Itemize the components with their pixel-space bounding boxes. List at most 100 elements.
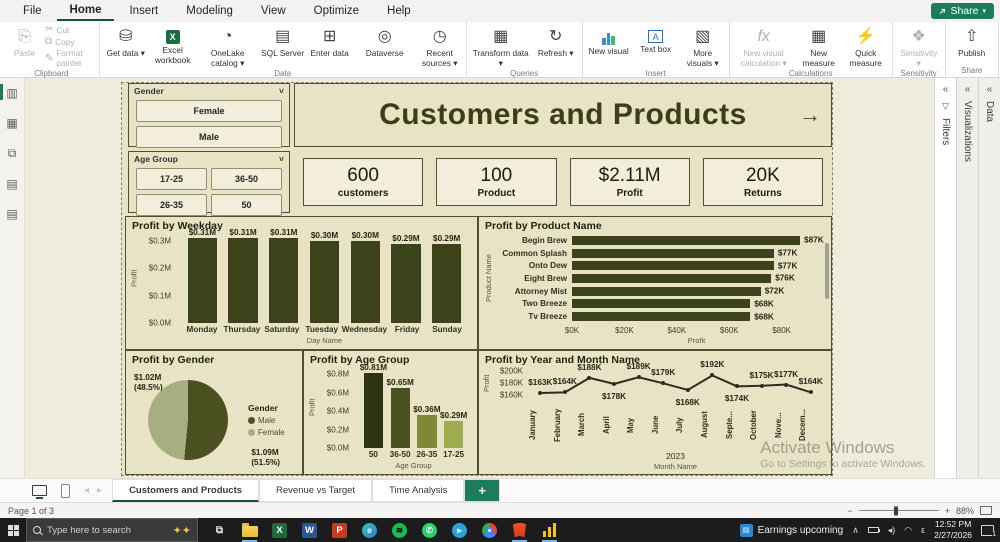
age-group-slicer[interactable]: Age Group ˅ 17-25 36-50 26-35 50 bbox=[128, 151, 290, 216]
chevron-down-icon[interactable]: ˅ bbox=[279, 86, 284, 96]
zoom-slider[interactable] bbox=[858, 506, 939, 515]
filters-pane-collapsed[interactable]: « ▽ Filters bbox=[934, 78, 956, 478]
enter-data-button[interactable]: ⊞ Enter data bbox=[307, 24, 353, 68]
data-point[interactable] bbox=[734, 384, 739, 389]
menu-insert[interactable]: Insert bbox=[116, 2, 171, 20]
start-button[interactable] bbox=[0, 524, 26, 536]
bar[interactable] bbox=[572, 312, 751, 322]
spotify-taskbar-button[interactable]: ≋ bbox=[391, 522, 408, 539]
slicer-option-26-35[interactable]: 26-35 bbox=[136, 194, 207, 216]
data-point[interactable] bbox=[661, 381, 666, 386]
chart-profit-by-gender[interactable]: Profit by Gender $1.02M (48.5%) $1.09M (… bbox=[125, 350, 303, 475]
data-point[interactable] bbox=[636, 375, 641, 380]
tab-customers-and-products[interactable]: Customers and Products bbox=[112, 479, 260, 502]
chrome-taskbar-button[interactable] bbox=[481, 522, 498, 539]
bar[interactable]: $0.29M bbox=[432, 234, 462, 323]
bar[interactable]: $0.30M bbox=[309, 231, 340, 323]
bar[interactable] bbox=[572, 299, 751, 309]
menu-modeling[interactable]: Modeling bbox=[173, 2, 246, 20]
report-view-button[interactable]: ▥ bbox=[0, 84, 24, 100]
kpi-product[interactable]: 100 Product bbox=[436, 158, 557, 206]
next-page-arrow-icon[interactable]: → bbox=[799, 102, 821, 128]
data-point[interactable] bbox=[612, 381, 617, 386]
data-point[interactable] bbox=[587, 375, 592, 380]
recent-sources-button[interactable]: ◷ Recent sources ▾ bbox=[417, 24, 463, 68]
tmdl-view-button[interactable]: ▤ bbox=[0, 207, 24, 221]
visualizations-pane-collapsed[interactable]: « Visualizations bbox=[956, 78, 978, 478]
transform-data-button[interactable]: ▦ Transform data ▾ bbox=[470, 24, 532, 68]
bar[interactable] bbox=[572, 248, 774, 258]
text-box-button[interactable]: A Text box bbox=[633, 24, 679, 68]
bar[interactable] bbox=[572, 286, 761, 296]
taskbar-search[interactable]: Type here to search ✦✦ bbox=[26, 518, 198, 542]
wifi-icon[interactable]: ◠ bbox=[904, 525, 912, 536]
kpi-returns[interactable]: 20K Returns bbox=[702, 158, 823, 206]
model-view-button[interactable]: ⧉ bbox=[0, 146, 24, 161]
data-pane-collapsed[interactable]: « Data bbox=[978, 78, 1000, 478]
share-button[interactable]: ➔ Share ▾ bbox=[930, 3, 994, 19]
data-point[interactable] bbox=[685, 387, 690, 392]
zoom-in-button[interactable]: + bbox=[945, 506, 950, 516]
next-page-icon[interactable]: ▸ bbox=[97, 485, 102, 496]
legend-item-male[interactable]: Male bbox=[248, 416, 298, 425]
menu-view[interactable]: View bbox=[248, 2, 299, 20]
more-visuals-button[interactable]: ▧ More visuals ▾ bbox=[680, 24, 726, 68]
gender-slicer[interactable]: Gender ˅ Female Male bbox=[128, 83, 290, 148]
bar[interactable] bbox=[572, 261, 774, 271]
notification-icon[interactable]: 1 bbox=[981, 524, 996, 538]
chart-scrollbar[interactable] bbox=[825, 243, 829, 299]
desktop-view-icon[interactable] bbox=[32, 485, 47, 499]
mobile-view-icon[interactable] bbox=[61, 483, 70, 498]
data-point[interactable] bbox=[562, 390, 567, 395]
bar[interactable]: $0.29M bbox=[391, 234, 421, 323]
data-point[interactable] bbox=[538, 390, 543, 395]
brave-taskbar-button[interactable] bbox=[511, 522, 528, 542]
bar[interactable]: $0.29M bbox=[440, 411, 467, 448]
battery-icon[interactable] bbox=[867, 527, 881, 533]
excel-taskbar-button[interactable]: X bbox=[271, 522, 288, 539]
slicer-option-17-25[interactable]: 17-25 bbox=[136, 168, 207, 190]
expand-icon[interactable]: « bbox=[987, 84, 993, 95]
fit-to-page-icon[interactable] bbox=[980, 506, 992, 515]
slicer-option-male[interactable]: Male bbox=[136, 126, 282, 148]
new-page-button[interactable]: + bbox=[464, 479, 500, 502]
quick-measure-button[interactable]: ⚡ Quick measure bbox=[843, 24, 889, 68]
data-point[interactable] bbox=[759, 383, 764, 388]
data-point[interactable] bbox=[808, 390, 813, 395]
powerpoint-taskbar-button[interactable]: P bbox=[331, 522, 348, 539]
tab-revenue-vs-target[interactable]: Revenue vs Target bbox=[259, 479, 373, 502]
new-measure-button[interactable]: ▦ New measure bbox=[796, 24, 842, 68]
menu-home[interactable]: Home bbox=[56, 1, 115, 21]
onelake-catalog-button[interactable]: ◔ OneLake catalog ▾ bbox=[197, 24, 259, 68]
menu-file[interactable]: File bbox=[10, 2, 55, 20]
chart-profit-by-product[interactable]: Profit by Product Name Product Name Begin… bbox=[478, 216, 832, 350]
taskbar-clock[interactable]: 12:52 PM 2/27/2026 bbox=[934, 519, 972, 540]
telegram-taskbar-button[interactable]: ▸ bbox=[451, 522, 468, 539]
new-visual-button[interactable]: New visual bbox=[586, 24, 632, 68]
legend-item-female[interactable]: Female bbox=[248, 428, 298, 437]
zoom-out-button[interactable]: − bbox=[847, 506, 852, 516]
chart-profit-by-age-group[interactable]: Profit by Age Group Profit $0.0M $0.2M $0.4… bbox=[303, 350, 478, 475]
table-view-button[interactable]: ▦ bbox=[0, 116, 24, 130]
bar[interactable]: $0.31M bbox=[228, 228, 258, 323]
bar[interactable]: $0.81M bbox=[360, 363, 387, 448]
task-view-button[interactable]: ⧉ bbox=[211, 522, 228, 539]
dax-query-view-button[interactable]: ▤ bbox=[0, 177, 24, 191]
prev-page-icon[interactable]: ◂ bbox=[84, 485, 89, 496]
refresh-button[interactable]: ↻ Refresh ▾ bbox=[533, 24, 579, 68]
file-explorer-button[interactable] bbox=[241, 522, 258, 542]
chart-profit-by-weekday[interactable]: Profit by Weekday Profit $0.0M $0.1M $0.2M $… bbox=[125, 216, 478, 350]
dataverse-button[interactable]: ◎ Dataverse bbox=[354, 24, 416, 68]
kpi-profit[interactable]: $2.11M Profit bbox=[569, 158, 690, 206]
bar[interactable]: $0.30M bbox=[350, 231, 380, 323]
excel-workbook-button[interactable]: X Excel workbook bbox=[150, 24, 196, 68]
language-indicator[interactable]: ε bbox=[921, 525, 925, 535]
bar[interactable]: $0.31M bbox=[269, 228, 299, 323]
expand-icon[interactable]: « bbox=[943, 84, 949, 95]
tab-time-analysis[interactable]: Time Analysis bbox=[372, 479, 465, 502]
bar[interactable] bbox=[572, 235, 801, 245]
news-widget[interactable]: ▤ Earnings upcoming bbox=[739, 523, 843, 537]
chevron-down-icon[interactable]: ˅ bbox=[279, 154, 284, 164]
powerbi-taskbar-button[interactable] bbox=[541, 522, 558, 542]
kpi-customers[interactable]: 600 customers bbox=[303, 158, 424, 206]
